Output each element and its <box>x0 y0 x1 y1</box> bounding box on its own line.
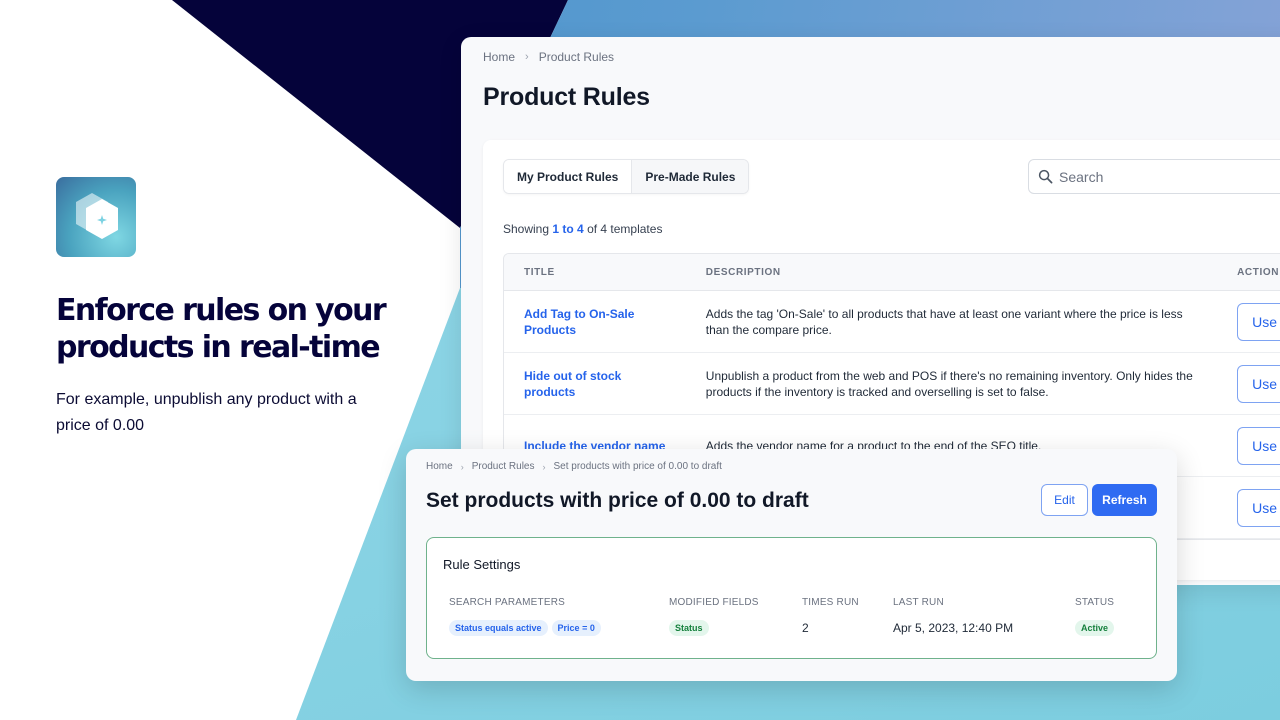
page-title: Product Rules <box>483 83 650 111</box>
results-suffix: of 4 templates <box>587 222 663 236</box>
rule-description: Unpublish a product from the web and POS… <box>705 368 1193 399</box>
marketing-subtext: For example, unpublish any product with … <box>56 391 357 434</box>
column-header-description: DESCRIPTION <box>705 266 781 278</box>
rules-tabs: My Product Rules Pre-Made Rules <box>503 159 750 194</box>
use-button[interactable]: Use <box>1237 302 1280 341</box>
rule-title-link[interactable]: Hide out of stock products <box>504 368 686 400</box>
column-header-title: TITLE <box>524 266 555 278</box>
modified-fields-label: MODIFIED FIELDS <box>669 597 759 608</box>
table-row: Add Tag to On-Sale Products Adds the tag… <box>504 291 1280 353</box>
search-parameter-tag: Price = 0 <box>551 620 601 636</box>
rule-title-link[interactable]: Add Tag to On-Sale Products <box>504 306 686 338</box>
breadcrumb-home[interactable]: Home <box>426 461 453 472</box>
refresh-button[interactable]: Refresh <box>1092 484 1157 516</box>
results-range: 1 to 4 <box>552 222 584 236</box>
search-field[interactable] <box>1028 159 1280 194</box>
breadcrumb-current-rule: Set products with price of 0.00 to draft <box>553 461 722 472</box>
last-run-value: Apr 5, 2023, 12:40 PM <box>893 621 1014 635</box>
modified-field-tag: Status <box>669 620 709 636</box>
rule-detail-panel: Home › Product Rules › Set products with… <box>406 449 1177 681</box>
table-row: Hide out of stock products Unpublish a p… <box>504 353 1280 415</box>
tab-my-product-rules[interactable]: My Product Rules <box>504 160 632 193</box>
app-logo <box>56 177 136 257</box>
times-run-field: TIMES RUN 2 <box>802 597 859 636</box>
use-button[interactable]: Use <box>1237 488 1280 527</box>
use-button[interactable]: Use <box>1237 364 1280 403</box>
breadcrumb: Home › Product Rules <box>483 50 614 64</box>
chevron-right-icon: › <box>525 51 529 63</box>
search-parameters-field: SEARCH PARAMETERS Status equals active P… <box>449 597 601 636</box>
results-count: Showing 1 to 4 of 4 templates <box>503 222 662 236</box>
status-badge: Active <box>1075 620 1115 636</box>
breadcrumb-product-rules[interactable]: Product Rules <box>472 461 535 472</box>
chevron-right-icon: › <box>460 461 464 472</box>
column-header-action: ACTION <box>1237 266 1280 278</box>
modified-fields-field: MODIFIED FIELDS Status <box>669 597 759 636</box>
search-parameter-tag: Status equals active <box>449 620 548 636</box>
table-header: TITLE DESCRIPTION ACTION <box>504 254 1280 291</box>
times-run-value: 2 <box>802 621 809 635</box>
hexagon-sparkle-icon <box>76 193 118 239</box>
search-parameters-label: SEARCH PARAMETERS <box>449 597 566 608</box>
status-field: STATUS Active <box>1075 597 1115 636</box>
rule-title: Set products with price of 0.00 to draft <box>426 489 809 512</box>
rule-settings-heading: Rule Settings <box>443 557 521 572</box>
status-label: STATUS <box>1075 597 1115 608</box>
results-prefix: Showing <box>503 222 550 236</box>
marketing-headline: Enforce rules on your products in real-t… <box>56 293 387 365</box>
search-icon <box>1038 169 1053 184</box>
last-run-field: LAST RUN Apr 5, 2023, 12:40 PM <box>893 597 1013 636</box>
last-run-label: LAST RUN <box>893 597 944 608</box>
use-button[interactable]: Use <box>1237 426 1280 465</box>
search-input[interactable] <box>1059 168 1279 185</box>
rule-description: Adds the tag 'On-Sale' to all products t… <box>705 306 1183 337</box>
chevron-right-icon: › <box>542 461 546 472</box>
tab-pre-made-rules[interactable]: Pre-Made Rules <box>631 160 749 193</box>
breadcrumb-product-rules[interactable]: Product Rules <box>539 50 614 64</box>
edit-button[interactable]: Edit <box>1041 484 1088 516</box>
rule-settings-card: Rule Settings SEARCH PARAMETERS Status e… <box>426 537 1157 659</box>
breadcrumb-home[interactable]: Home <box>483 50 515 64</box>
detail-breadcrumb: Home › Product Rules › Set products with… <box>426 461 722 472</box>
times-run-label: TIMES RUN <box>802 597 859 608</box>
